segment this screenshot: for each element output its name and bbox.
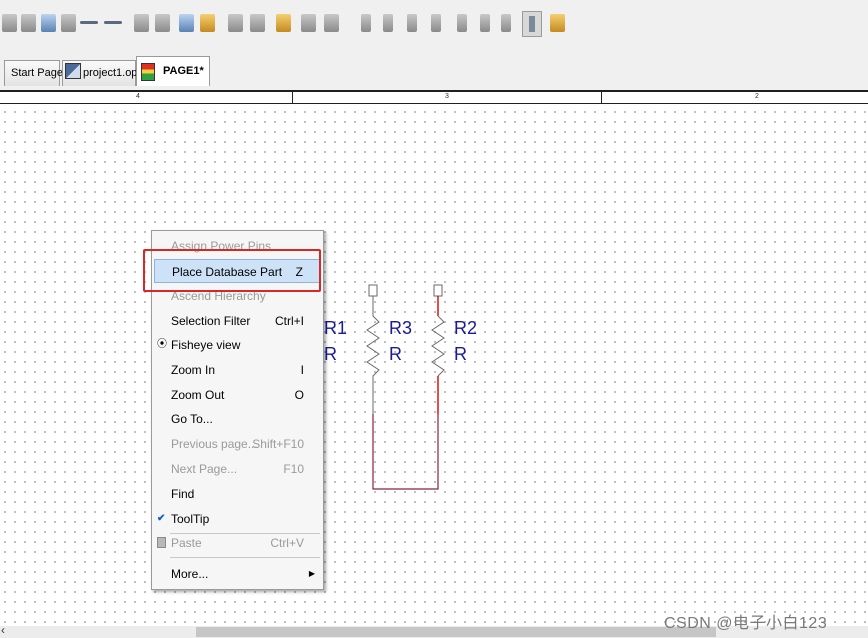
schematic-drawing: R1 R R3 R R2 R <box>304 284 477 490</box>
place-ground-icon[interactable] <box>155 14 170 32</box>
menu-item-label: Find <box>171 487 195 501</box>
place-hierarchical-block-icon[interactable] <box>179 14 194 32</box>
menu-item-tooltip[interactable]: ✔ ToolTip <box>154 507 321 531</box>
align-bottom-icon[interactable] <box>480 14 490 32</box>
menu-item-selection-filter[interactable]: Selection Filter Ctrl+I <box>154 309 321 333</box>
align-center-icon[interactable] <box>383 14 393 32</box>
menu-item-previous-page[interactable]: Previous page... Shift+F10 <box>154 432 321 456</box>
tab-project[interactable]: project1.opj* <box>62 60 144 86</box>
place-text-icon[interactable] <box>550 14 565 32</box>
tab-label: PAGE1* <box>163 65 204 77</box>
place-no-connect-icon[interactable] <box>276 14 291 32</box>
menu-item-more[interactable]: More... ▶ <box>154 562 321 586</box>
place-hierarchical-pin-icon[interactable] <box>228 14 243 32</box>
scroll-left-icon[interactable]: ‹ <box>1 623 5 637</box>
place-power-icon[interactable] <box>134 14 149 32</box>
submenu-arrow-icon: ▶ <box>308 569 315 578</box>
resistor-value: R <box>454 344 467 364</box>
menu-item-label: Fisheye view <box>171 338 241 352</box>
ruler-zone-label: 4 <box>136 93 140 100</box>
menu-item-go-to[interactable]: Go To... <box>154 407 321 431</box>
menu-item-zoom-in[interactable]: Zoom In I <box>154 358 321 382</box>
tab-label: Start Page <box>11 67 63 79</box>
menu-item-zoom-out[interactable]: Zoom Out O <box>154 383 321 407</box>
schematic-canvas[interactable]: R1 R R3 R R2 R <box>0 104 868 626</box>
project-icon <box>65 63 81 79</box>
resistor-ref: R3 <box>389 318 412 338</box>
ruler-zone-label: 2 <box>755 93 759 100</box>
place-off-page-connector-icon[interactable] <box>250 14 265 32</box>
scrollbar-thumb[interactable] <box>196 627 716 637</box>
eye-icon: ⦿ <box>157 339 167 350</box>
menu-item-next-page[interactable]: Next Page... F10 <box>154 457 321 481</box>
menu-item-label: Go To... <box>171 412 213 426</box>
menu-item-fisheye-view[interactable]: ⦿ Fisheye view <box>154 333 321 357</box>
distribute-horizontal-icon[interactable] <box>501 14 511 32</box>
resistor-value: R <box>324 344 337 364</box>
place-wire-icon[interactable] <box>21 14 36 32</box>
place-junction-icon[interactable] <box>61 14 76 32</box>
place-bus-icon[interactable] <box>41 14 56 32</box>
menu-item-shortcut: F10 <box>283 462 304 476</box>
wire-net[interactable] <box>372 414 439 490</box>
align-top-icon[interactable] <box>431 14 441 32</box>
menu-item-shortcut: I <box>300 363 304 377</box>
menu-item-shortcut: Shift+F10 <box>252 437 304 451</box>
paste-icon <box>157 537 166 548</box>
menu-item-label: ToolTip <box>171 512 210 526</box>
watermark-text: CSDN @电子小白123 <box>664 615 828 632</box>
schematic-page-icon <box>141 63 155 81</box>
menu-item-label: Zoom Out <box>171 388 225 402</box>
ruler-zone-label: 3 <box>445 93 449 100</box>
menu-item-label: Zoom In <box>171 363 216 377</box>
tab-page1[interactable]: PAGE1* <box>136 56 210 86</box>
menu-item-label: Selection Filter <box>171 314 251 328</box>
toolbar <box>0 0 868 49</box>
place-part-icon[interactable] <box>2 14 17 32</box>
menu-item-shortcut: Ctrl+I <box>274 314 304 328</box>
menu-item-paste[interactable]: Paste Ctrl+V <box>154 531 321 555</box>
ruler-divider <box>292 92 293 104</box>
menu-item-label: Next Page... <box>171 462 238 476</box>
check-icon: ✔ <box>157 513 166 524</box>
menu-item-label: Previous page... <box>171 437 258 451</box>
resistor-r2[interactable]: R2 R <box>431 284 477 414</box>
align-right-icon[interactable] <box>407 14 417 32</box>
menu-item-shortcut: Ctrl+V <box>270 536 304 550</box>
place-line-icon[interactable] <box>301 14 316 32</box>
place-polyline-icon[interactable] <box>324 14 339 32</box>
place-hierarchical-port-icon[interactable] <box>200 14 215 32</box>
tab-start-page[interactable]: Start Page <box>4 60 63 86</box>
ruler-divider <box>601 92 602 104</box>
highlight-annotation-box <box>143 249 321 292</box>
align-middle-icon[interactable] <box>457 14 467 32</box>
distribute-vertical-icon[interactable] <box>522 11 542 37</box>
resistor-value: R <box>389 344 402 364</box>
place-net-alias-icon[interactable] <box>104 21 122 24</box>
menu-item-label: More... <box>171 567 209 581</box>
page-border-ruler: 4 3 2 <box>0 90 868 104</box>
place-bus-entry-icon[interactable] <box>80 21 98 24</box>
tab-label: project1.opj* <box>83 67 145 79</box>
document-tab-bar: Start Page project1.opj* PAGE1* <box>0 48 868 90</box>
resistor-ref: R2 <box>454 318 477 338</box>
menu-item-find[interactable]: Find <box>154 482 321 506</box>
menu-item-label: Paste <box>171 536 202 550</box>
resistor-r3[interactable]: R3 R <box>366 284 412 414</box>
align-left-icon[interactable] <box>361 14 371 32</box>
menu-separator <box>170 557 320 558</box>
menu-item-shortcut: O <box>294 388 304 402</box>
resistor-ref: R1 <box>324 318 347 338</box>
